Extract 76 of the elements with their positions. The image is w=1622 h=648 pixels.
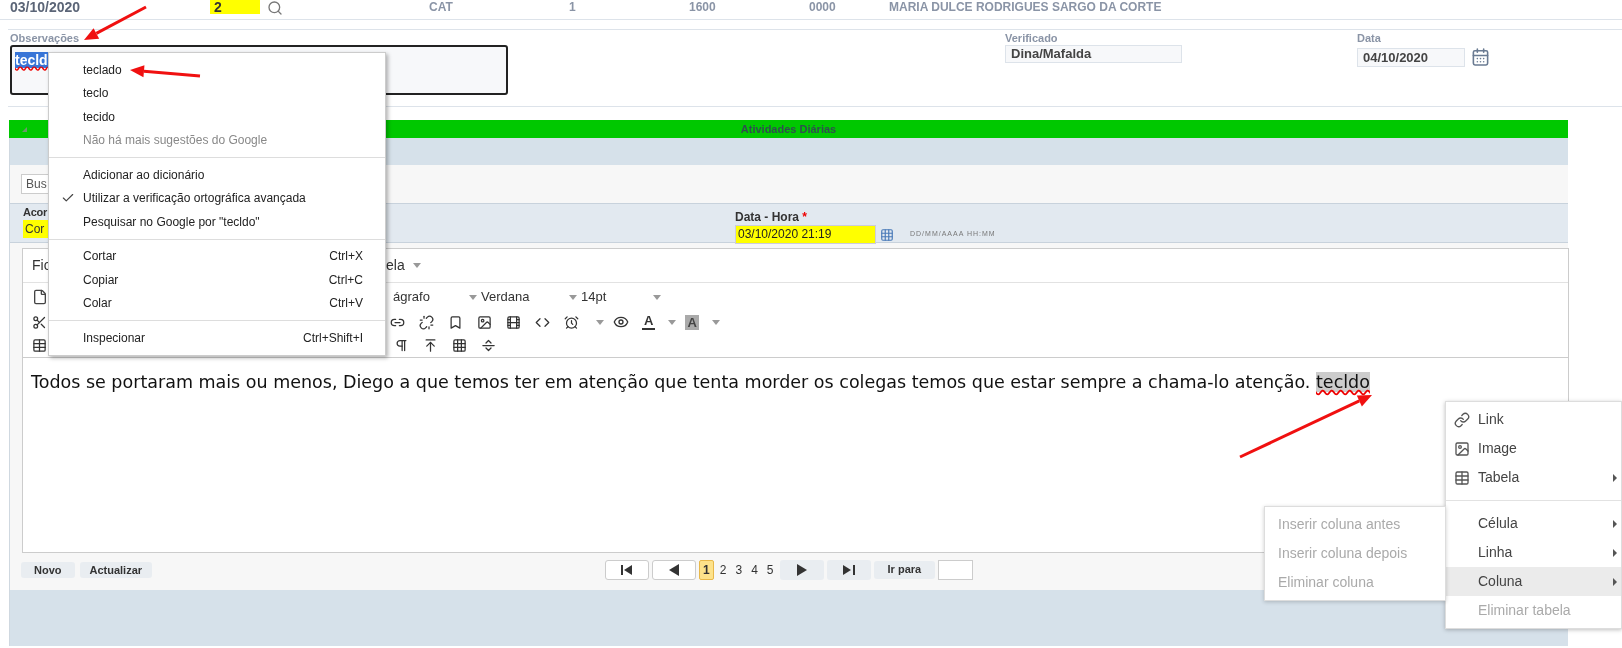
page-link[interactable]: 3: [732, 560, 746, 579]
next-icon: [796, 563, 807, 576]
menu-item[interactable]: Pesquisar no Google por "tecldo": [49, 210, 385, 234]
skip-last-icon: [842, 564, 855, 575]
menu-item[interactable]: Adicionar ao dicionário: [49, 163, 385, 187]
field-label: Acor: [23, 206, 48, 219]
refresh-button[interactable]: Actualizar: [79, 561, 153, 578]
skip-first-icon: [621, 564, 634, 575]
calendar-icon[interactable]: [880, 227, 894, 242]
font-dropdown[interactable]: Verdana: [481, 287, 577, 307]
image-icon: [1454, 440, 1470, 457]
table-cell-text: 1600: [689, 0, 717, 14]
table-cell-text: 1: [569, 0, 577, 14]
previous-page-button[interactable]: [652, 559, 697, 580]
page-link[interactable]: 5: [763, 560, 777, 579]
field-label: Observações: [10, 32, 81, 44]
menu-item[interactable]: Inspecionar Ctrl+Shift+I: [49, 326, 385, 350]
background-color-button[interactable]: A: [685, 314, 699, 330]
table-cell: MARIA DULCE RODRIGUES SARGO DA CORTE: [889, 0, 1162, 14]
field-label: Verificado: [1005, 32, 1059, 44]
new-document-icon[interactable]: [32, 289, 48, 305]
menu-item[interactable]: Tabela: [1446, 463, 1621, 492]
page-input[interactable]: [938, 559, 974, 580]
menu-item[interactable]: Copiar Ctrl+C: [49, 268, 385, 292]
menu-item[interactable]: Colar Ctrl+V: [49, 291, 385, 315]
block-format-dropdown[interactable]: ágrafo: [393, 287, 477, 307]
submenu-arrow-icon: [1613, 473, 1617, 482]
pointer-arrow: [130, 65, 201, 78]
table-cell-text: CAT: [429, 0, 454, 14]
last-page-button[interactable]: [826, 559, 871, 580]
menu-item[interactable]: Célula: [1446, 509, 1621, 538]
table-icon: [1454, 469, 1470, 486]
menu-item[interactable]: Link: [1446, 405, 1621, 434]
menu-item[interactable]: ela: [386, 255, 421, 276]
date-field[interactable]: 04/10/2020: [1357, 47, 1465, 67]
text-color-button[interactable]: A: [642, 314, 656, 330]
calendar-icon[interactable]: [1471, 47, 1490, 67]
editor-paragraph: Todos se portaram mais ou menos, Diego a que temos ter em atenção que tenta morder os colegas temos que estar sempre a chama-lo atenção. tecldo: [31, 372, 1370, 392]
search-icon[interactable]: [266, 0, 284, 16]
verified-field[interactable]: Dina/Mafalda: [1005, 45, 1182, 63]
menu-item[interactable]: teclado: [49, 58, 385, 82]
page-link[interactable]: 1: [699, 559, 714, 580]
caret-icon: [711, 319, 720, 325]
record-number: 2: [210, 0, 260, 14]
caret-icon: [569, 294, 577, 300]
font-size-dropdown[interactable]: 14pt: [581, 287, 661, 307]
submenu-arrow-icon: [1613, 577, 1617, 586]
caret-icon: [412, 263, 421, 268]
go-to-button[interactable]: Ir para: [873, 560, 936, 579]
record-date: 03/10/2020: [10, 0, 82, 14]
menu-item[interactable]: teclo: [49, 81, 385, 105]
link-icon: [1454, 411, 1470, 428]
next-page-button[interactable]: [779, 559, 824, 580]
field-label: Data - Hora *: [735, 211, 809, 224]
menu-item[interactable]: Linha: [1446, 538, 1621, 567]
new-button[interactable]: Novo: [21, 561, 75, 578]
first-page-button[interactable]: [605, 559, 650, 580]
table-icon[interactable]: [32, 338, 47, 353]
caret-icon: [596, 319, 604, 325]
page-link[interactable]: 4: [748, 560, 761, 579]
cut-icon[interactable]: [32, 314, 47, 330]
pointer-arrow: [84, 5, 147, 40]
menu-item[interactable]: Cortar Ctrl+X: [49, 244, 385, 268]
submenu-arrow-icon: [1613, 548, 1617, 557]
table-cell-text: 0000: [809, 0, 837, 14]
previous-icon: [669, 563, 680, 576]
menu-item[interactable]: Coluna: [1446, 567, 1621, 596]
menu-item[interactable]: Utilizar a verificação ortográfica avançada: [49, 186, 385, 210]
caret-icon: [653, 294, 661, 300]
submenu-arrow-icon: [1613, 519, 1617, 528]
caret-icon: [668, 319, 677, 325]
datetime-field[interactable]: 03/10/2020 21:19: [735, 225, 876, 244]
menu-item[interactable]: Image: [1446, 434, 1621, 463]
field-label: Data: [1357, 32, 1382, 44]
caret-icon: [469, 294, 477, 300]
page-link[interactable]: 2: [716, 560, 730, 579]
